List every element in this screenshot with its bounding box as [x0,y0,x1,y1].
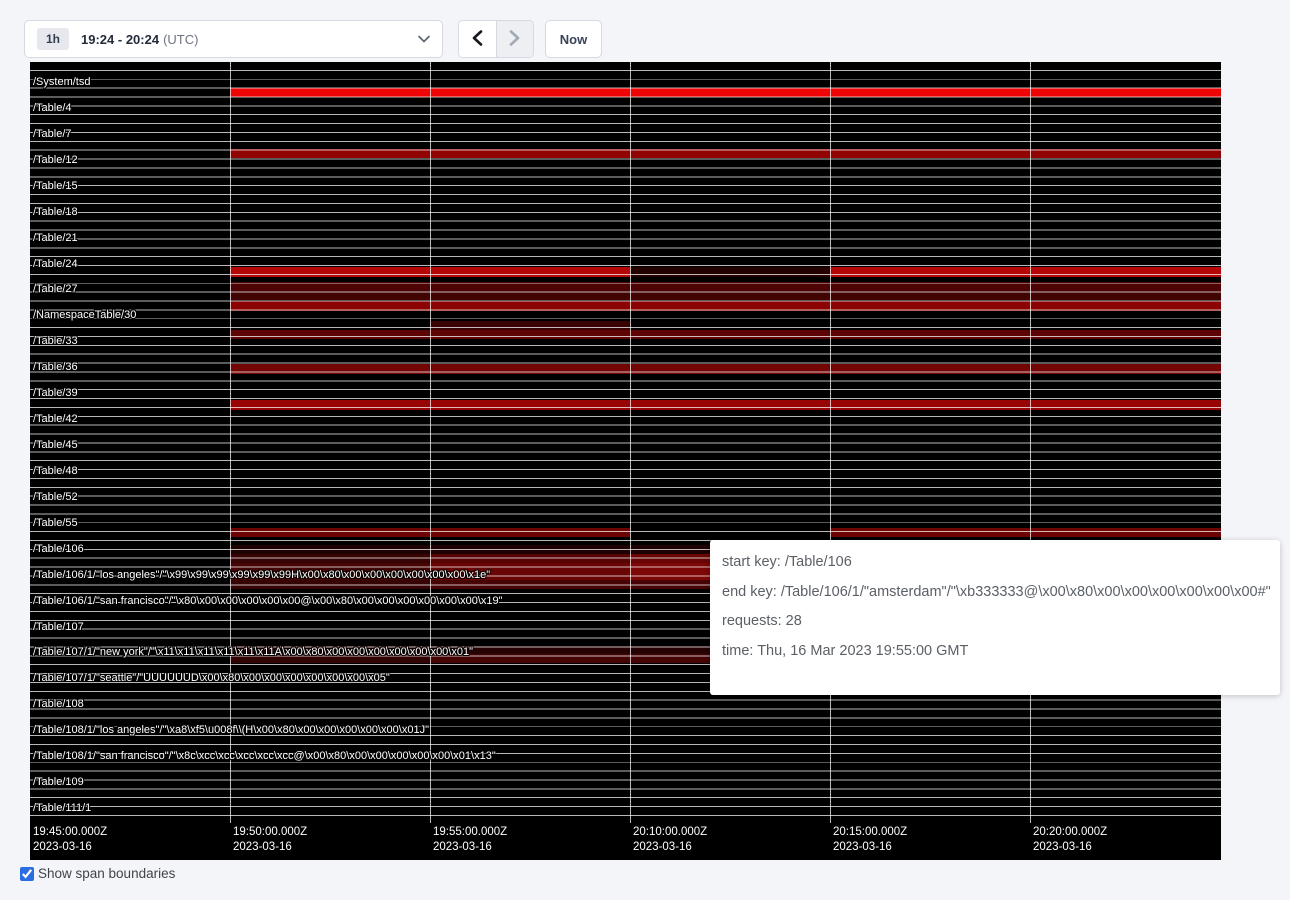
heat-band[interactable] [230,291,1221,300]
heat-band[interactable] [230,149,1221,158]
row-label: /Table/108/1/"san francisco"/"\x8c\xcc\x… [33,750,496,762]
heat-band[interactable] [230,528,630,537]
row-label: /Table/106/1/"los angeles"/"\x99\x99\x99… [33,569,490,581]
x-axis-tick: 20:10:00.000Z2023-03-16 [633,825,707,854]
span-boundary-gridlines [30,62,1221,823]
row-label: /Table/111/1 [33,802,91,814]
bucket-tooltip: start key: /Table/106 end key: /Table/106… [710,540,1280,695]
row-label: /Table/21 [33,232,78,244]
row-label: /Table/55 [33,517,78,529]
heat-band[interactable] [430,321,630,330]
heat-band[interactable] [230,364,1221,374]
row-label: /Table/24 [33,258,78,270]
now-button[interactable]: Now [545,20,602,58]
heat-band[interactable] [230,580,430,589]
heat-band[interactable] [830,528,1221,537]
tooltip-line: time: Thu, 16 Mar 2023 19:55:00 GMT [722,643,1270,659]
row-label: /Table/15 [33,180,78,192]
heat-band[interactable] [830,267,1221,277]
row-label: /Table/18 [33,206,78,218]
range-nav-group [458,20,534,58]
heat-band[interactable] [230,400,1221,410]
row-label: /Table/12 [33,154,78,166]
range-text: 19:24 - 20:24 [81,32,159,47]
x-axis-tick: 19:45:00.000Z2023-03-16 [33,825,107,854]
heat-band[interactable] [630,267,830,277]
row-label: /Table/106 [33,543,84,555]
show-span-boundaries-checkbox[interactable] [20,867,34,881]
tooltip-line: start key: /Table/106 [722,554,1270,570]
row-label: /Table/7 [33,128,72,140]
time-gridline [230,62,231,823]
row-label: /Table/42 [33,413,78,425]
show-span-boundaries-control: Show span boundaries [20,866,175,881]
toolbar: 1h 19:24 - 20:24 (UTC) Now [0,0,1290,62]
row-label: /Table/108 [33,698,84,710]
row-label: /Table/45 [33,439,78,451]
time-gridline [1030,62,1031,823]
x-axis-tick: 20:20:00.000Z2023-03-16 [1033,825,1107,854]
key-visualizer-canvas[interactable]: /System/tsd/Table/4/Table/7/Table/12/Tab… [30,62,1221,860]
heat-band[interactable] [230,554,430,563]
row-label: /Table/33 [33,335,78,347]
row-label: /Table/107 [33,621,84,633]
show-span-boundaries-label: Show span boundaries [38,866,175,881]
heat-band[interactable] [430,554,630,563]
chevron-right-icon [509,30,520,49]
heat-band[interactable] [230,282,1221,291]
time-range-selector[interactable]: 1h 19:24 - 20:24 (UTC) [24,20,443,58]
time-gridline [630,62,631,823]
row-label: /Table/107/1/"seattle"/"UUUUUUD\x00\x80\… [33,672,390,684]
row-label: /Table/4 [33,102,72,114]
heat-band[interactable] [230,301,1221,311]
heat-band[interactable] [230,88,1221,97]
row-label: /System/tsd [33,76,90,88]
tooltip-line: end key: /Table/106/1/"amsterdam"/"\xb33… [722,584,1270,600]
tooltip-line: requests: 28 [722,613,1270,629]
row-label: /Table/27 [33,283,78,295]
x-axis-tick: 20:15:00.000Z2023-03-16 [833,825,907,854]
row-label: /Table/108/1/"los angeles"/"\xa8\xf5\u00… [33,724,429,736]
row-label: /Table/106/1/"san francisco"/"\x80\x00\x… [33,595,503,607]
row-label: /Table/39 [33,387,78,399]
next-range-button-disabled[interactable] [496,21,533,57]
row-label: /NamespaceTable/30 [33,309,136,321]
row-label: /Table/107/1/"new york"/"\x11\x11\x11\x1… [33,646,473,658]
heat-band[interactable] [230,330,1221,339]
time-gridline [430,62,431,823]
row-label: /Table/36 [33,361,78,373]
x-axis-tick: 19:55:00.000Z2023-03-16 [433,825,507,854]
chevron-down-icon [418,35,430,43]
heat-band[interactable] [230,267,630,277]
chevron-left-icon [472,30,483,49]
range-timezone: (UTC) [163,32,198,47]
time-gridline [830,62,831,823]
x-axis-tick: 19:50:00.000Z2023-03-16 [233,825,307,854]
prev-range-button[interactable] [459,21,496,57]
row-label: /Table/48 [33,465,78,477]
row-label: /Table/109 [33,776,84,788]
row-label: /Table/52 [33,491,78,503]
range-duration-badge: 1h [37,28,69,50]
